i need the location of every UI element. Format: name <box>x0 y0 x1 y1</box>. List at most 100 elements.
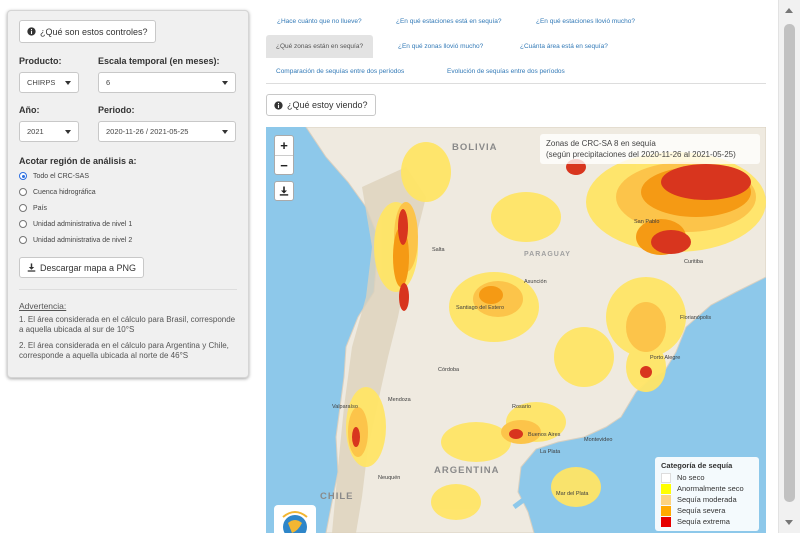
warning-title: Advertencia: <box>19 301 67 311</box>
year-label: Año: <box>19 105 40 115</box>
zoom-in-button[interactable]: + <box>275 136 293 155</box>
warning-note-2: 2. El área considerada en el cálculo par… <box>19 341 229 360</box>
legend-swatch <box>661 483 671 494</box>
place-label: Santiago del Estero <box>456 305 505 311</box>
chevron-down-icon <box>65 130 71 134</box>
place-label: San Pablo <box>634 219 660 225</box>
region-option-label: Unidad administrativa de nivel 1 <box>33 220 133 228</box>
region-radio-group: Todo el CRC-SAS Cuenca hidrográfica País… <box>19 168 237 248</box>
period-select[interactable]: 2020-11-26 / 2021-05-25 <box>98 121 236 142</box>
map-legend: Categoría de sequía No seco Anormalmente… <box>655 457 759 531</box>
region-option-label: Unidad administrativa de nivel 2 <box>33 236 133 244</box>
legend-label: Sequía severa <box>677 506 726 515</box>
year-select[interactable]: 2021 <box>19 121 79 142</box>
tab-evolution-periods[interactable]: Evolución de sequías entre dos períodos <box>447 68 565 75</box>
info-icon <box>27 27 36 36</box>
scale-select[interactable]: 6 <box>98 72 236 93</box>
scroll-down-icon[interactable] <box>785 520 793 525</box>
info-icon <box>274 100 283 110</box>
place-label: Curitiba <box>684 259 703 265</box>
region-option-label: País <box>33 204 48 212</box>
download-png-button[interactable]: Descargar mapa a PNG <box>19 257 145 278</box>
scrollbar-thumb[interactable] <box>784 24 795 502</box>
place-label: Asunción <box>524 279 547 285</box>
radio-button[interactable] <box>19 172 27 180</box>
place-label: Salta <box>432 247 445 253</box>
legend-label: Sequía moderada <box>677 495 737 504</box>
region-option[interactable]: Unidad administrativa de nivel 2 <box>19 232 237 248</box>
country-label-chile: CHILE <box>320 491 354 502</box>
radio-button[interactable] <box>19 204 27 212</box>
chevron-down-icon <box>222 81 228 85</box>
legend-label: Anormalmente seco <box>677 484 744 493</box>
region-option[interactable]: País <box>19 200 237 216</box>
tab-no-rain[interactable]: ¿Hace cuánto que no llueve? <box>277 18 362 25</box>
legend-label: Sequía extrema <box>677 517 730 526</box>
legend-item: Sequía extrema <box>661 516 753 527</box>
product-value: CHIRPS <box>27 78 56 87</box>
download-icon <box>27 263 36 272</box>
tab-zones-rain[interactable]: ¿En qué zonas llovió mucho? <box>398 43 483 50</box>
period-value: 2020-11-26 / 2021-05-25 <box>106 127 189 136</box>
country-label-paraguay: PARAGUAY <box>524 251 571 258</box>
what-am-i-seeing-button[interactable]: ¿Qué estoy viendo? <box>266 94 376 116</box>
radio-button[interactable] <box>19 188 27 196</box>
year-value: 2021 <box>27 127 44 136</box>
what-am-i-seeing-label: ¿Qué estoy viendo? <box>287 100 368 110</box>
legend-label: No seco <box>677 473 705 482</box>
map-title: Zonas de CRC-SA 8 en sequía <box>546 139 656 148</box>
radio-button[interactable] <box>19 236 27 244</box>
tab-stations-rain[interactable]: ¿En qué estaciones llovió mucho? <box>536 18 635 25</box>
tab-zones-drought[interactable]: ¿Qué zonas están en sequía? <box>266 35 374 58</box>
place-label: Florianópolis <box>680 315 712 321</box>
place-label: La Plata <box>540 449 561 455</box>
place-label: Porto Alegre <box>650 355 681 361</box>
region-option[interactable]: Todo el CRC-SAS <box>19 168 237 184</box>
region-label: Acotar región de análisis a: <box>19 156 137 166</box>
crc-sas-logo <box>274 505 316 533</box>
product-label: Producto: <box>19 56 62 66</box>
legend-swatch <box>661 516 671 527</box>
tab-stations-drought[interactable]: ¿En qué estaciones está en sequía? <box>396 18 502 25</box>
download-png-label: Descargar mapa a PNG <box>40 262 137 273</box>
legend-swatch <box>661 472 671 483</box>
place-label: Valparaíso <box>332 404 358 410</box>
legend-title: Categoría de sequía <box>661 461 733 470</box>
place-label: Mar del Plata <box>556 491 589 497</box>
globe-logo-icon <box>282 511 308 533</box>
map-download-button[interactable] <box>274 181 294 201</box>
controls-panel: ¿Qué son estos controles? Producto: CHIR… <box>7 10 249 378</box>
drought-map[interactable]: BOLIVIA PARAGUAY ARGENTINA CHILE Asunció… <box>266 127 766 533</box>
period-label: Periodo: <box>98 105 135 115</box>
map-subtitle: (según precipitaciones del 2020-11-26 al… <box>546 150 736 159</box>
radio-button[interactable] <box>19 220 27 228</box>
region-option[interactable]: Cuenca hidrográfica <box>19 184 237 200</box>
help-controls-label: ¿Qué son estos controles? <box>40 26 148 37</box>
product-select[interactable]: CHIRPS <box>19 72 79 93</box>
scale-value: 6 <box>106 78 111 87</box>
country-label-argentina: ARGENTINA <box>434 465 500 476</box>
legend-item: Anormalmente seco <box>661 483 753 494</box>
download-icon <box>279 186 289 196</box>
tab-compare-periods[interactable]: Comparación de sequías entre dos período… <box>276 68 404 75</box>
scale-label: Escala temporal (en meses): <box>98 56 220 66</box>
place-label: Buenos Aires <box>528 432 561 438</box>
scroll-up-icon[interactable] <box>785 8 793 13</box>
divider <box>19 289 237 290</box>
tab-area-drought[interactable]: ¿Cuánta área está en sequía? <box>520 43 608 50</box>
page-scrollbar[interactable] <box>778 0 800 533</box>
chevron-down-icon <box>65 81 71 85</box>
legend-swatch <box>661 494 671 505</box>
zoom-out-button[interactable]: − <box>275 155 293 174</box>
warning-note-1: 1. El área considerada en el cálculo par… <box>19 315 236 334</box>
help-controls-button[interactable]: ¿Qué son estos controles? <box>19 20 156 43</box>
country-label-bolivia: BOLIVIA <box>452 142 498 153</box>
place-label: Rosario <box>512 404 531 410</box>
region-option[interactable]: Unidad administrativa de nivel 1 <box>19 216 237 232</box>
place-label: Montevideo <box>584 437 613 443</box>
region-option-label: Todo el CRC-SAS <box>33 172 90 180</box>
region-option-label: Cuenca hidrográfica <box>33 188 96 196</box>
zoom-control: + − <box>274 135 294 175</box>
place-label: Mendoza <box>388 397 411 403</box>
place-label: Neuquén <box>378 475 401 481</box>
